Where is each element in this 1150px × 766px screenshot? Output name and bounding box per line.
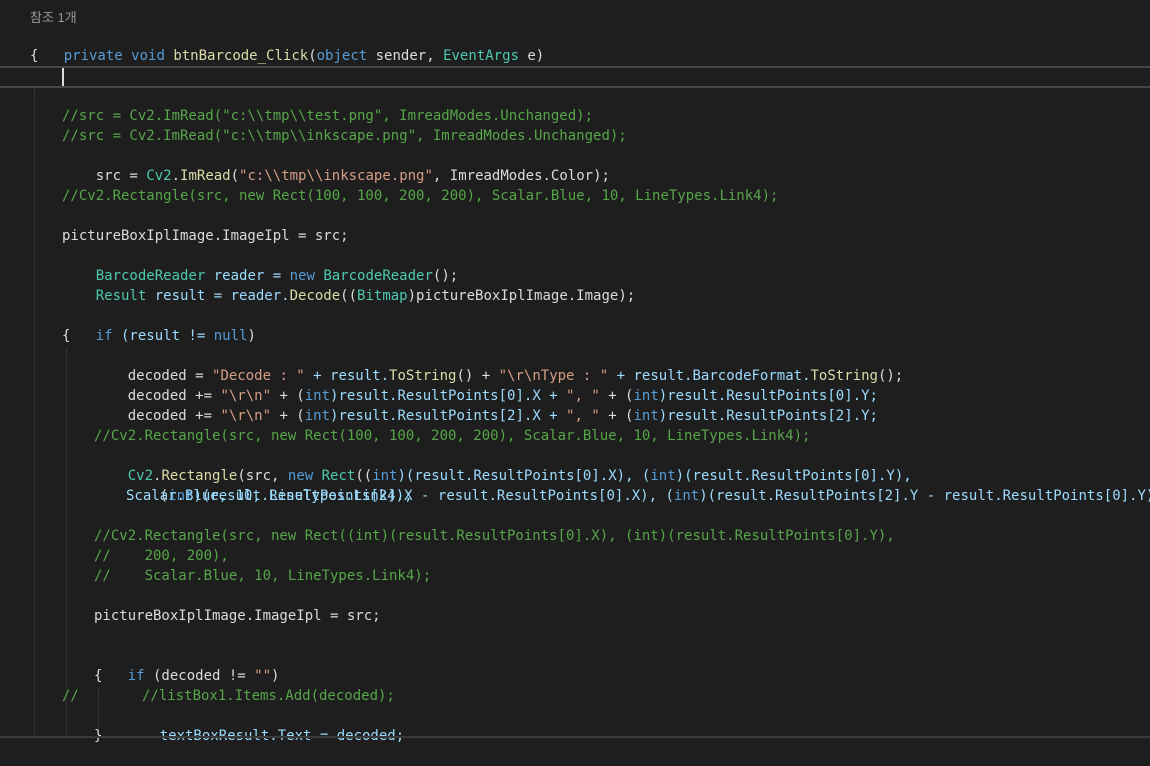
comment-line[interactable]: // 200, 200), — [94, 546, 229, 566]
code-line[interactable]: pictureBoxIplImage.ImageIpl = src; — [94, 606, 381, 626]
indent-guide — [34, 88, 35, 738]
method-signature[interactable]: private void btnBarcode_Click(object sen… — [30, 26, 545, 64]
indent-guide — [66, 348, 67, 738]
comment-line[interactable]: //Cv2.Rectangle(src, new Rect(100, 100, … — [94, 426, 810, 446]
code-line[interactable]: decoded += "\r\n" + (int)result.ResultPo… — [94, 386, 878, 424]
code-line[interactable]: { — [94, 666, 102, 686]
code-line[interactable]: Cv2.Rectangle(src, new Rect((int)(result… — [94, 446, 912, 484]
code-line[interactable]: Scalar.Blue, 10, LineTypes.Link4); — [126, 486, 413, 506]
code-line[interactable]: { — [62, 326, 70, 346]
code-editor[interactable]: 참조 1개 private void btnBarcode_Click(obje… — [0, 0, 1150, 744]
comment-line[interactable]: //src = Cv2.ImRead("c:\\tmp\\test.png", … — [62, 106, 593, 126]
code-line[interactable]: if (result != null) — [62, 306, 256, 344]
codelens-references[interactable]: 참조 1개 — [30, 8, 77, 28]
code-line[interactable]: (int)(result.ResultPoints[2].X - result.… — [126, 466, 1150, 504]
text-caret — [62, 68, 64, 86]
code-line[interactable]: decoded += "\r\n" + (int)result.ResultPo… — [94, 366, 878, 404]
code-line[interactable]: { — [30, 46, 38, 66]
comment-line[interactable]: // Scalar.Blue, 10, LineTypes.Link4); — [94, 566, 431, 586]
code-line[interactable]: decoded = "Decode : " + result.ToString(… — [94, 346, 904, 384]
comment-line[interactable]: //listBox1.Items.Add(decoded); — [142, 686, 395, 706]
current-line-highlight — [0, 66, 1150, 88]
comment-line[interactable]: //Cv2.Rectangle(src, new Rect((int)(resu… — [94, 526, 895, 546]
keyword-void: void — [131, 48, 165, 64]
method-name: btnBarcode_Click — [173, 48, 309, 64]
code-line[interactable]: Result result = reader.Decode((Bitmap)pi… — [62, 266, 635, 304]
code-line[interactable]: if (decoded != "") — [94, 646, 280, 684]
code-line[interactable]: pictureBoxIplImage.ImageIpl = src; — [62, 226, 349, 246]
code-line[interactable]: src = Cv2.ImRead("c:\\tmp\\inkscape.png"… — [62, 146, 610, 184]
comment-line[interactable]: //Cv2.Rectangle(src, new Rect(100, 100, … — [62, 186, 778, 206]
code-line[interactable]: BarcodeReader reader = new BarcodeReader… — [62, 246, 458, 284]
comment-line[interactable]: //src = Cv2.ImRead("c:\\tmp\\inkscape.pn… — [62, 126, 627, 146]
comment-line[interactable]: // — [62, 686, 79, 706]
code-line[interactable]: textBoxResult.Text = decoded; — [126, 706, 404, 744]
keyword-private: private — [63, 48, 123, 64]
